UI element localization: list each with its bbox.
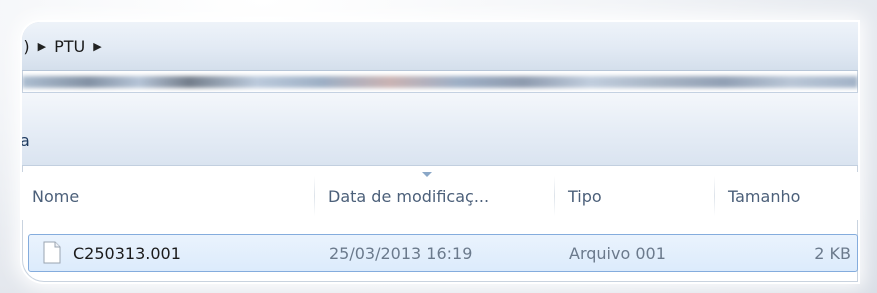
column-header-type[interactable]: Tipo: [568, 172, 708, 220]
breadcrumb-chevron-icon[interactable]: ▶: [93, 40, 101, 53]
column-divider[interactable]: [314, 176, 315, 216]
column-header-date-modified-label: Data de modificaç...: [328, 186, 490, 206]
column-header-size-label: Tamanho: [728, 186, 801, 206]
column-header-row: Nome Data de modificaç... Tipo Tamanho: [22, 172, 858, 220]
address-bar[interactable]: :) ▶ PTU ▶: [22, 22, 858, 71]
command-bar-label[interactable]: a: [22, 131, 30, 150]
column-header-name[interactable]: Nome: [32, 172, 312, 220]
breadcrumb-chevron-icon[interactable]: ▶: [38, 40, 46, 53]
explorer-window: :) ▶ PTU ▶ a Nome Data de modificaç... T…: [22, 22, 858, 282]
file-size: 2 KB: [814, 243, 851, 263]
file-modified-date: 25/03/2013 16:19: [329, 243, 473, 263]
column-header-date-modified[interactable]: Data de modificaç...: [328, 172, 558, 220]
file-icon: [43, 241, 61, 264]
file-type: Arquivo 001: [569, 243, 666, 263]
column-divider[interactable]: [714, 176, 715, 216]
breadcrumb-item-ptu[interactable]: PTU: [54, 37, 85, 56]
blurred-toolbar-strip: [22, 76, 858, 88]
column-header-type-label: Tipo: [568, 186, 602, 206]
column-header-size[interactable]: Tamanho: [728, 172, 858, 220]
command-bar: a: [22, 92, 858, 166]
file-row[interactable]: C250313.001 25/03/2013 16:19 Arquivo 001…: [28, 234, 858, 272]
breadcrumb: :) ▶ PTU ▶: [22, 34, 102, 58]
breadcrumb-item-drive[interactable]: :): [22, 37, 30, 56]
column-divider[interactable]: [554, 176, 555, 216]
column-header-name-label: Nome: [32, 186, 80, 206]
file-name: C250313.001: [73, 243, 181, 263]
